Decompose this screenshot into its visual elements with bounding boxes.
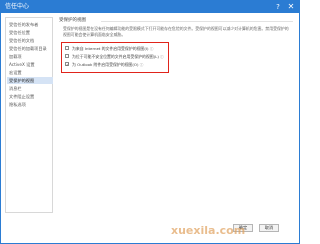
close-button[interactable]: ✕: [286, 1, 296, 13]
category-sidebar: 受信任的发布者 受信任位置 受信任的文档 受信任的加载项目录 加载项 Activ…: [5, 17, 53, 213]
section-description: 受保护的视图是在没有任何编辑功能的受限模式下打开可能存在危险的文件。受保护的视图…: [63, 26, 289, 37]
sidebar-item-message-bar[interactable]: 消息栏: [7, 85, 53, 92]
sidebar-item-file-block-settings[interactable]: 文件阻止设置: [7, 93, 53, 100]
window-title: 信任中心: [5, 3, 30, 10]
internet-files-checkbox[interactable]: [65, 46, 69, 50]
info-icon: ⓘ: [160, 55, 164, 59]
sidebar-item-addins[interactable]: 加载项: [7, 53, 53, 60]
internet-files-label: 为来自 Internet 的文件启用受保护的视图(I): [72, 46, 149, 51]
watermark: xuexila.com: [171, 224, 246, 237]
outlook-attachments-label: 为 Outlook 附件启用受保护的视图(O): [72, 62, 139, 67]
sidebar-item-trusted-documents[interactable]: 受信任的文档: [7, 37, 53, 44]
sidebar-item-trusted-addin-catalogs[interactable]: 受信任的加载项目录: [7, 45, 53, 52]
unsafe-locations-checkbox[interactable]: [65, 54, 69, 58]
info-icon: ⓘ: [149, 47, 154, 51]
unsafe-locations-label: 为位于可能不安全位置的文件启用受保护的视图(L): [72, 54, 159, 59]
sidebar-item-protected-view[interactable]: 受保护的视图: [7, 77, 53, 84]
cancel-button[interactable]: 取消: [259, 224, 279, 232]
trust-center-window: 信任中心 ? ✕ 受信任的发布者 受信任位置 受信任的文档 受信任的加载项目录 …: [0, 0, 300, 244]
section-title: 受保护的视图: [59, 18, 86, 23]
sidebar-item-privacy-options[interactable]: 隐私选项: [7, 101, 53, 108]
outlook-attachments-checkbox[interactable]: ✓: [65, 62, 69, 67]
help-button[interactable]: ?: [273, 1, 283, 13]
section-divider: [101, 21, 293, 22]
info-icon: ⓘ: [139, 63, 144, 67]
title-bar: 信任中心 ? ✕: [1, 1, 299, 13]
sidebar-item-macro-settings[interactable]: 宏设置: [7, 69, 53, 76]
sidebar-item-trusted-locations[interactable]: 受信任位置: [7, 29, 53, 36]
sidebar-item-activex-settings[interactable]: ActiveX 设置: [7, 61, 53, 68]
protected-view-panel: 受保护的视图 受保护的视图是在没有任何编辑功能的受限模式下打开可能存在危险的文件…: [59, 17, 295, 213]
sidebar-item-trusted-publishers[interactable]: 受信任的发布者: [7, 21, 53, 28]
